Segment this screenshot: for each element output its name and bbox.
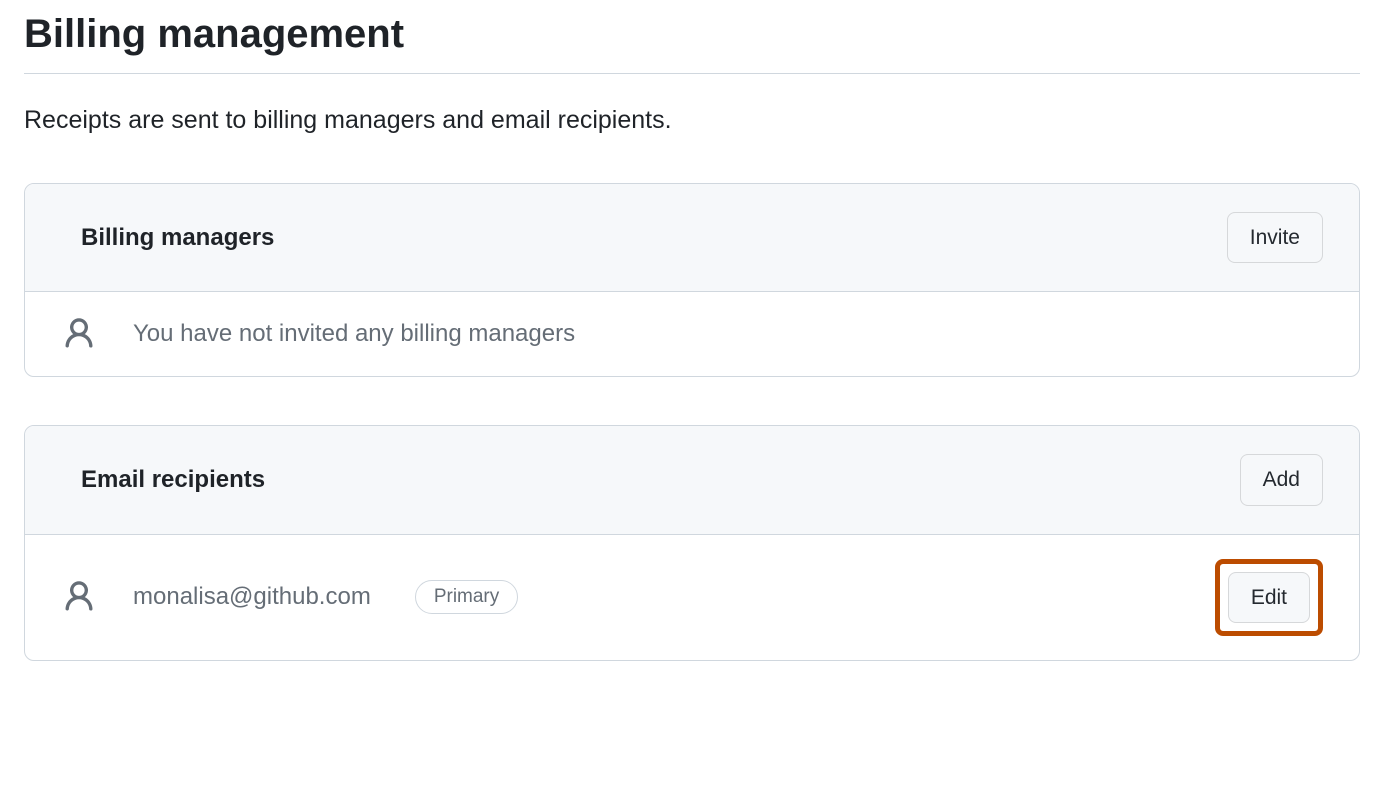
billing-managers-body: You have not invited any billing manager… — [25, 292, 1359, 376]
email-recipients-panel: Email recipients Add monalisa@github.com… — [24, 425, 1360, 661]
page-description: Receipts are sent to billing managers an… — [24, 106, 1360, 135]
add-button[interactable]: Add — [1240, 454, 1323, 505]
primary-badge: Primary — [415, 580, 518, 614]
billing-managers-header: Billing managers Invite — [25, 184, 1359, 292]
person-icon — [61, 316, 97, 352]
edit-highlight: Edit — [1215, 559, 1323, 636]
email-recipients-header: Email recipients Add — [25, 426, 1359, 534]
edit-button[interactable]: Edit — [1228, 572, 1310, 623]
email-recipients-heading: Email recipients — [81, 466, 265, 494]
invite-button[interactable]: Invite — [1227, 212, 1323, 263]
recipient-email: monalisa@github.com — [133, 583, 371, 611]
billing-managers-empty-text: You have not invited any billing manager… — [133, 320, 575, 348]
page-title: Billing management — [24, 12, 1360, 74]
email-recipient-row: monalisa@github.com Primary Edit — [25, 535, 1359, 660]
billing-managers-heading: Billing managers — [81, 224, 274, 252]
person-icon — [61, 579, 97, 615]
billing-managers-panel: Billing managers Invite You have not inv… — [24, 183, 1360, 377]
